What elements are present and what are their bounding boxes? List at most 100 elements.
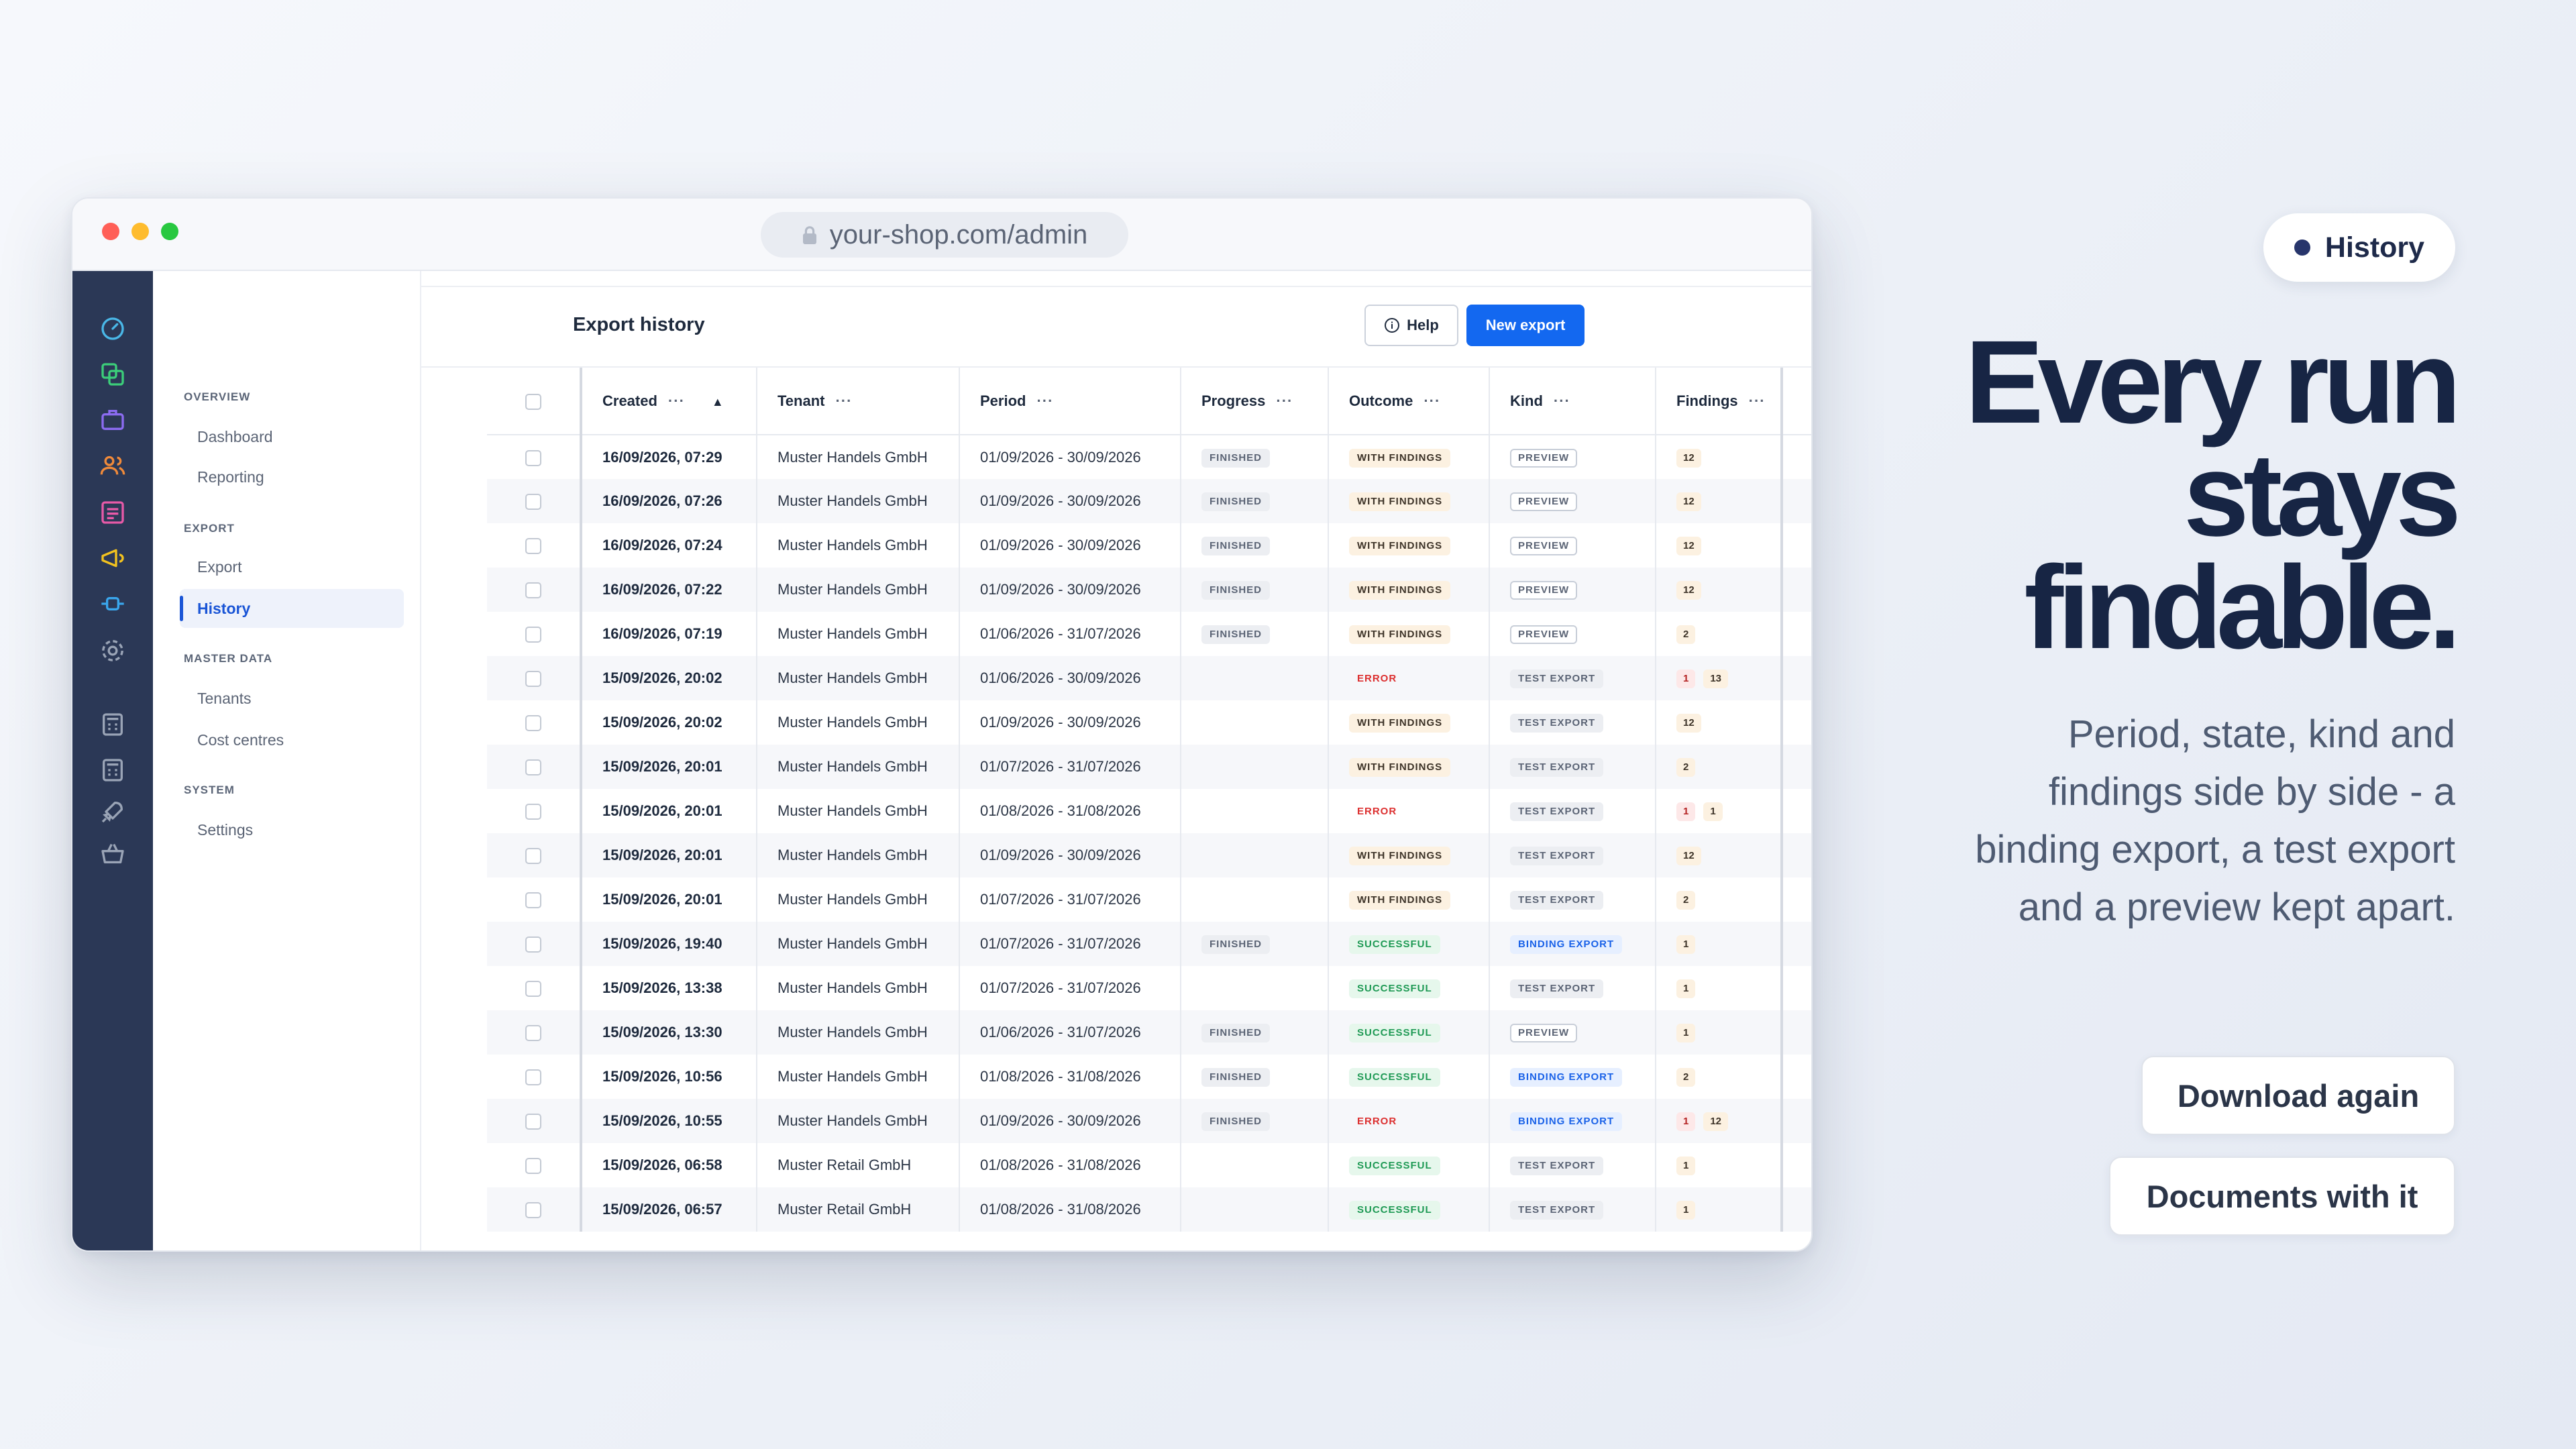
row-checkbox[interactable]	[525, 1158, 541, 1175]
minimize-window-button[interactable]	[131, 223, 149, 240]
column-menu-icon[interactable]: ···	[668, 392, 685, 409]
rail-copy-icon[interactable]	[98, 360, 127, 389]
list-icon	[101, 501, 124, 524]
table-row[interactable]: 15/09/2026, 06:58 Muster Retail GmbH 01/08…	[487, 1143, 1811, 1187]
nav-item-export[interactable]: Export	[180, 547, 404, 586]
table-row[interactable]: 16/09/2026, 07:22 Muster Handels GmbH 01/0…	[487, 568, 1811, 612]
table-row[interactable]: 15/09/2026, 20:01 Muster Handels GmbH 01/0…	[487, 745, 1811, 789]
row-select-cell	[487, 568, 582, 612]
column-menu-icon[interactable]: ···	[1424, 392, 1440, 409]
table-row[interactable]: 16/09/2026, 07:19 Muster Handels GmbH 01/0…	[487, 612, 1811, 656]
row-checkbox[interactable]	[525, 715, 541, 732]
row-checkbox[interactable]	[525, 1025, 541, 1042]
table-row[interactable]: 15/09/2026, 20:02 Muster Handels GmbH 01/0…	[487, 656, 1811, 700]
browser-titlebar: your-shop.com/admin	[72, 199, 1811, 271]
finding-count-badge: 1	[1676, 979, 1696, 998]
row-checkbox[interactable]	[525, 1069, 541, 1086]
kind-cell: PREVIEW	[1489, 1010, 1656, 1055]
row-checkbox[interactable]	[525, 627, 541, 643]
column-menu-icon[interactable]: ···	[1749, 392, 1766, 409]
help-button[interactable]: Help	[1364, 305, 1458, 346]
select-all-checkbox[interactable]	[525, 393, 541, 410]
row-checkbox[interactable]	[525, 582, 541, 599]
column-menu-icon[interactable]: ···	[1276, 392, 1293, 409]
column-header-outcome[interactable]: Outcome ···	[1328, 368, 1490, 435]
finding-count-badge: 12	[1703, 1112, 1729, 1131]
table-row[interactable]: 16/09/2026, 07:26 Muster Handels GmbH 01/0…	[487, 479, 1811, 523]
row-checkbox[interactable]	[525, 1202, 541, 1219]
column-header-findings[interactable]: Findings ···	[1656, 368, 1782, 435]
calculator-icon	[103, 759, 123, 782]
column-header-progress[interactable]: Progress ···	[1181, 368, 1329, 435]
nav-item-reporting[interactable]: Reporting	[180, 458, 404, 496]
nav-item-cost-centres[interactable]: Cost centres	[180, 720, 404, 759]
row-checkbox[interactable]	[525, 981, 541, 998]
nav-item-history[interactable]: History	[180, 589, 404, 628]
nav-item-tenants[interactable]: Tenants	[180, 679, 404, 718]
outcome-cell: WITH FINDINGS	[1328, 435, 1490, 479]
column-menu-icon[interactable]: ···	[1036, 392, 1053, 409]
nav-item-settings[interactable]: Settings	[180, 810, 404, 849]
rail-calculator-icon[interactable]	[98, 755, 127, 785]
table-row[interactable]: 15/09/2026, 19:40 Muster Handels GmbH 01/0…	[487, 922, 1811, 966]
rail-briefcase-icon[interactable]	[98, 405, 127, 435]
kind-badge: PREVIEW	[1510, 625, 1578, 644]
tenant-cell: Muster Handels GmbH	[757, 877, 960, 922]
row-actions-cell: ···	[1780, 789, 1811, 833]
table-row[interactable]: 15/09/2026, 20:01 Muster Handels GmbH 01/0…	[487, 877, 1811, 922]
row-checkbox[interactable]	[525, 892, 541, 909]
table-row[interactable]: 15/09/2026, 20:02 Muster Handels GmbH 01/0…	[487, 700, 1811, 745]
rail-calculator-icon[interactable]	[98, 710, 127, 739]
sort-ascending-icon[interactable]: ▲	[712, 395, 724, 409]
table-row[interactable]: 15/09/2026, 20:01 Muster Handels GmbH 01/0…	[487, 789, 1811, 833]
row-select-cell	[487, 479, 582, 523]
row-checkbox[interactable]	[525, 538, 541, 555]
new-export-button[interactable]: New export	[1466, 305, 1585, 346]
documents-with-it-button[interactable]: Documents with it	[2109, 1157, 2455, 1236]
column-menu-icon[interactable]: ···	[1554, 392, 1570, 409]
nav-item-dashboard[interactable]: Dashboard	[180, 417, 404, 456]
finding-count-badge: 1	[1703, 802, 1723, 821]
rail-gauge-icon[interactable]	[98, 314, 127, 343]
row-checkbox[interactable]	[525, 848, 541, 865]
table-row[interactable]: 16/09/2026, 07:29 Muster Handels GmbH 01/0…	[487, 435, 1811, 479]
row-actions-cell: ···	[1780, 966, 1811, 1010]
rail-gear-icon[interactable]	[98, 636, 127, 665]
period-cell: 01/09/2026 - 30/09/2026	[959, 700, 1181, 745]
column-header-kind[interactable]: Kind ···	[1489, 368, 1656, 435]
row-checkbox[interactable]	[525, 1114, 541, 1130]
close-window-button[interactable]	[102, 223, 119, 240]
table-row[interactable]: 15/09/2026, 10:56 Muster Handels GmbH 01/0…	[487, 1055, 1811, 1099]
rail-plug-icon[interactable]	[98, 589, 127, 619]
rail-users-icon[interactable]	[98, 451, 127, 480]
table-row[interactable]: 16/09/2026, 07:24 Muster Handels GmbH 01/0…	[487, 523, 1811, 568]
table-row[interactable]: 15/09/2026, 13:38 Muster Handels GmbH 01/0…	[487, 966, 1811, 1010]
address-bar[interactable]: your-shop.com/admin	[761, 212, 1128, 258]
table-row[interactable]: 15/09/2026, 06:57 Muster Retail GmbH 01/08…	[487, 1187, 1811, 1232]
column-header-period[interactable]: Period ···	[959, 368, 1181, 435]
row-checkbox[interactable]	[525, 936, 541, 953]
row-checkbox[interactable]	[525, 671, 541, 688]
rail-list-icon[interactable]	[98, 498, 127, 527]
row-select-cell	[487, 1187, 582, 1232]
column-menu-icon[interactable]: ···	[835, 392, 852, 409]
rail-rocket-icon[interactable]	[98, 797, 127, 826]
nav-section-system: SYSTEM	[184, 784, 235, 796]
table-row[interactable]: 15/09/2026, 10:55 Muster Handels GmbH 01/0…	[487, 1099, 1811, 1143]
kind-badge: PREVIEW	[1510, 448, 1578, 468]
download-again-button[interactable]: Download again	[2141, 1056, 2455, 1135]
row-checkbox[interactable]	[525, 449, 541, 466]
maximize-window-button[interactable]	[161, 223, 178, 240]
row-checkbox[interactable]	[525, 759, 541, 776]
rail-megaphone-icon[interactable]	[98, 543, 127, 573]
table-row[interactable]: 15/09/2026, 13:30 Muster Handels GmbH 01/0…	[487, 1010, 1811, 1055]
column-header-created[interactable]: Created ··· ▲	[581, 368, 757, 435]
outcome-badge: WITH FINDINGS	[1349, 847, 1451, 865]
row-checkbox[interactable]	[525, 804, 541, 820]
row-checkbox[interactable]	[525, 494, 541, 511]
kind-cell: BINDING EXPORT	[1489, 1055, 1656, 1099]
findings-cell: 12	[1656, 833, 1782, 877]
table-row[interactable]: 15/09/2026, 20:01 Muster Handels GmbH 01/0…	[487, 833, 1811, 877]
column-header-tenant[interactable]: Tenant ···	[757, 368, 960, 435]
rail-basket-icon[interactable]	[98, 839, 127, 868]
